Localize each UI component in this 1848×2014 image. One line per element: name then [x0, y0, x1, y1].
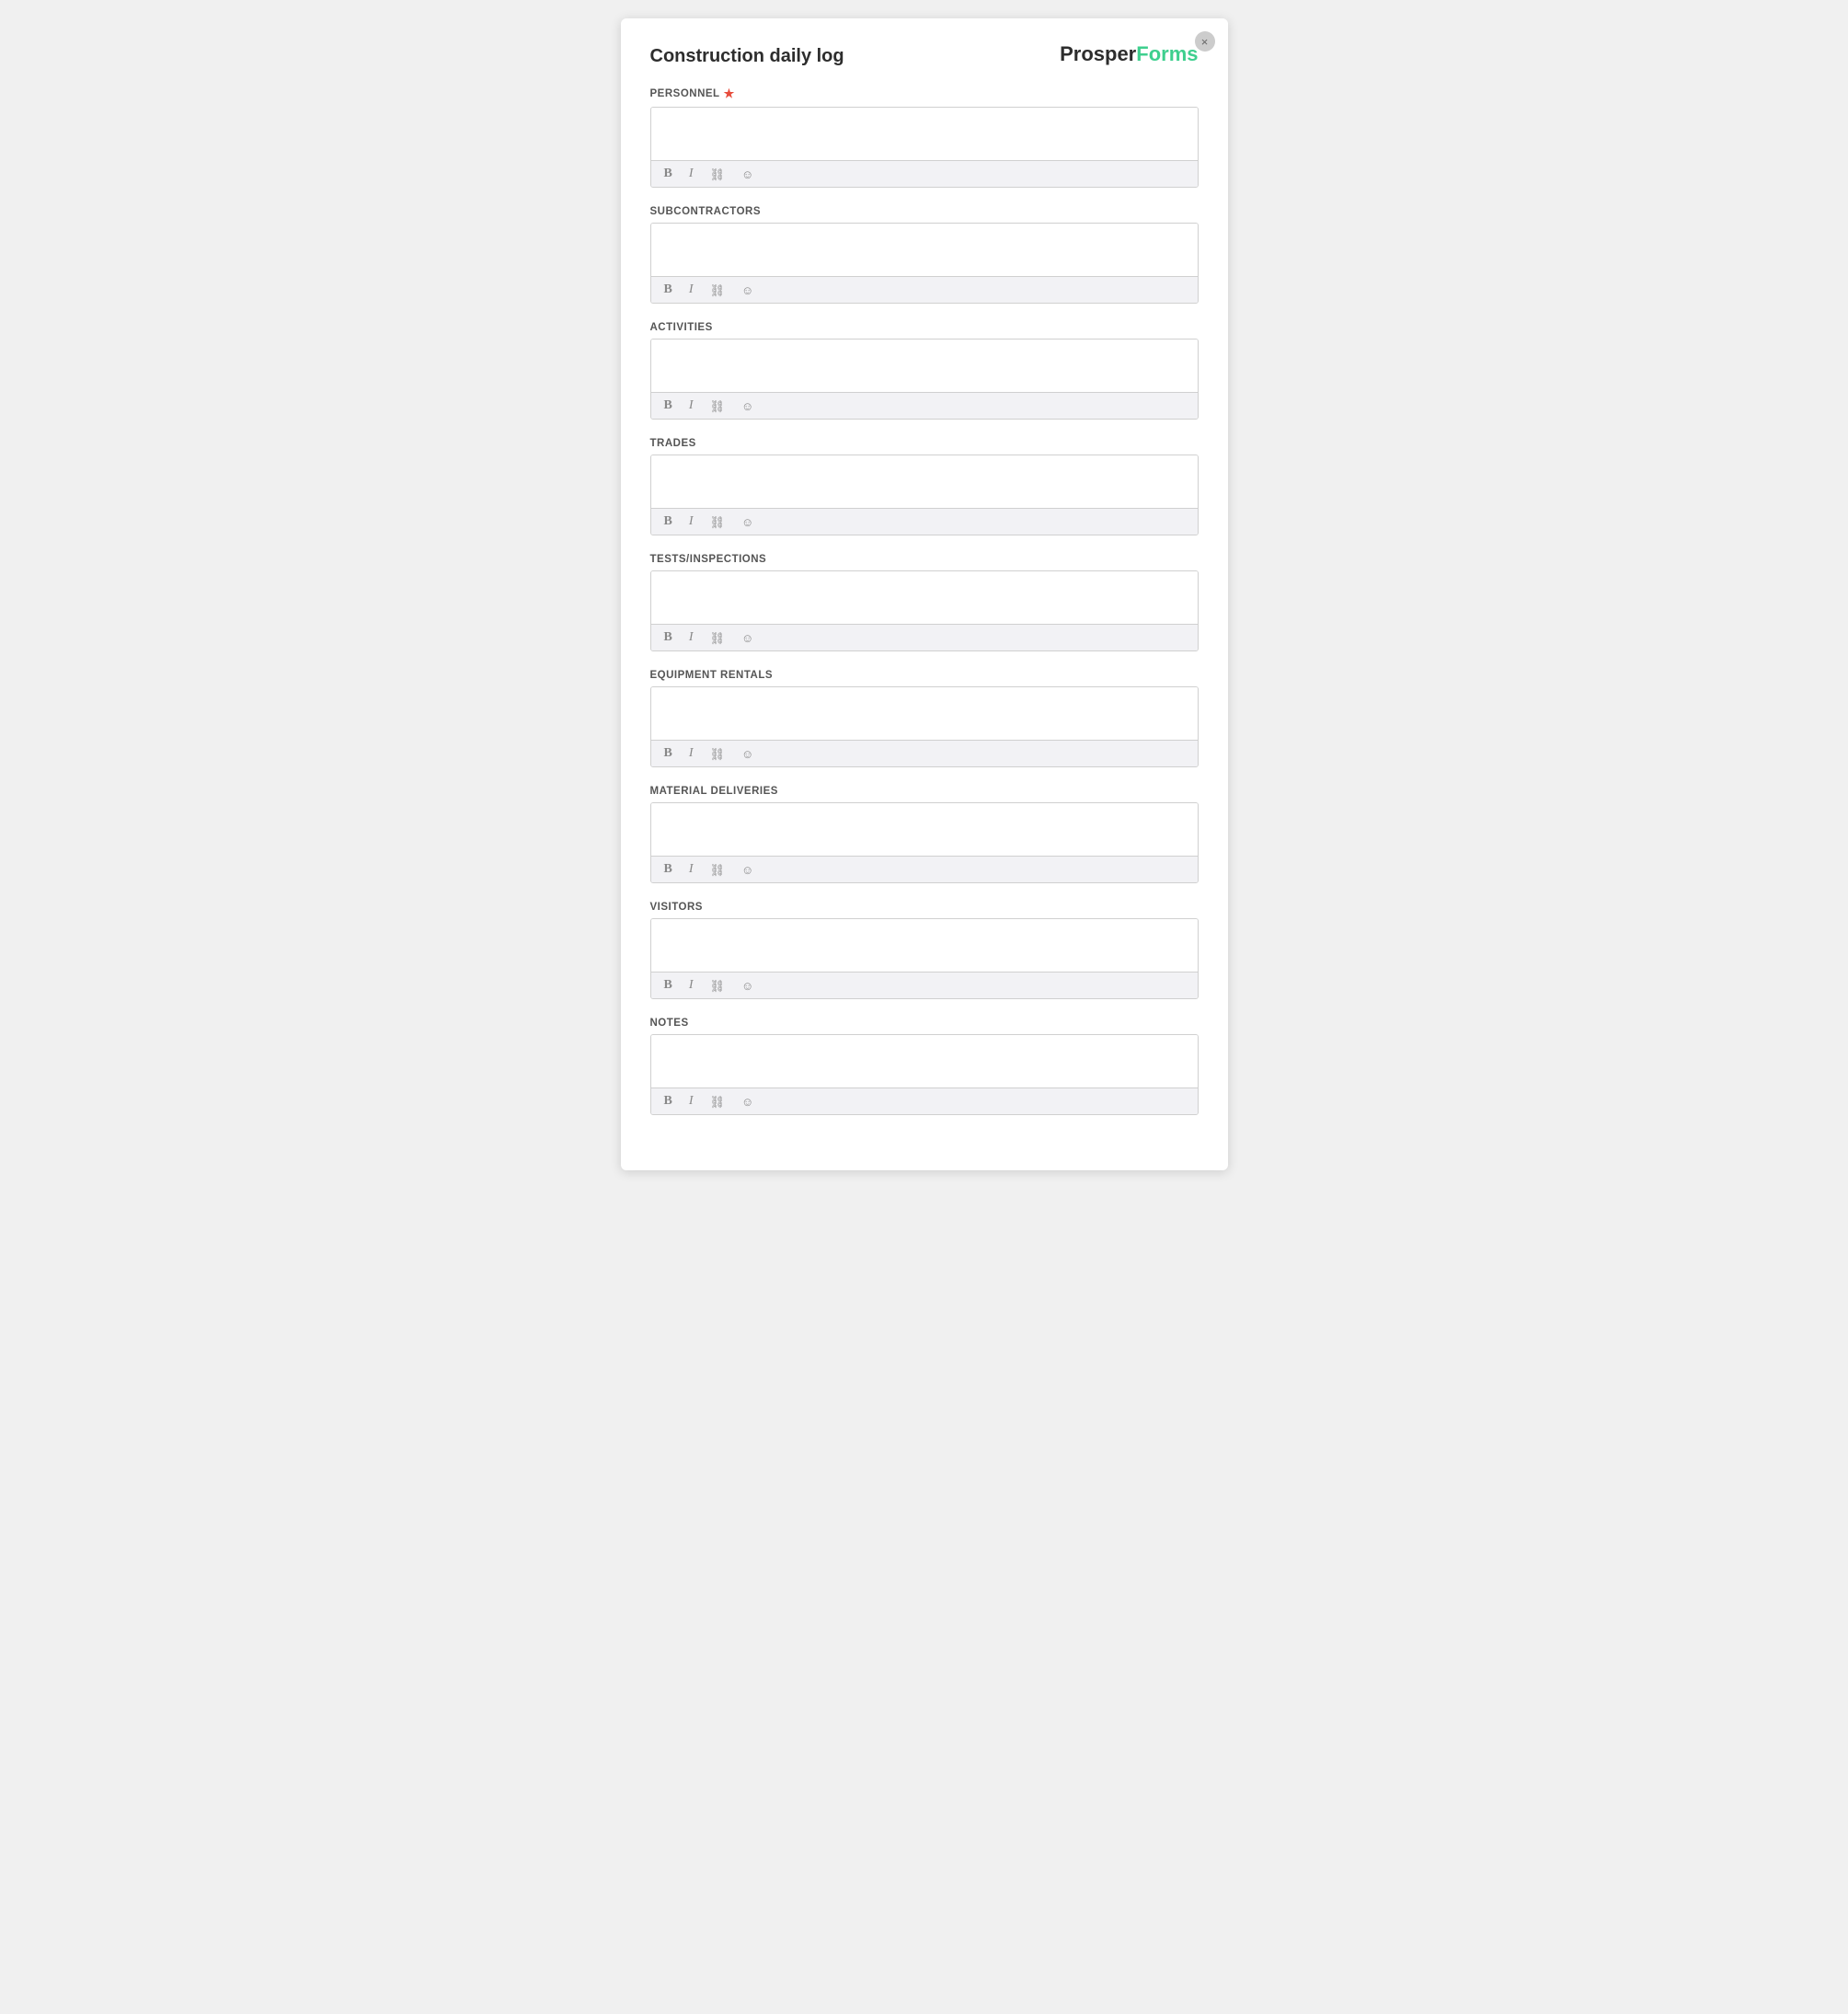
field-section-equipment-rentals: EQUIPMENT RENTALS BI ⛓ ☺: [650, 670, 1199, 767]
rich-editor-equipment-rentals: BI ⛓ ☺: [650, 686, 1199, 767]
field-label-equipment-rentals: EQUIPMENT RENTALS: [650, 670, 1199, 681]
link-button-equipment-rentals[interactable]: ⛓: [706, 746, 729, 762]
field-section-notes: NOTES BI ⛓ ☺: [650, 1018, 1199, 1115]
rich-editor-notes: BI ⛓ ☺: [650, 1034, 1199, 1115]
link-button-personnel[interactable]: ⛓: [706, 167, 729, 182]
rich-editor-activities: BI ⛓ ☺: [650, 339, 1199, 420]
textarea-material-deliveries[interactable]: [651, 803, 1198, 851]
italic-button-subcontractors[interactable]: I: [685, 282, 697, 298]
link-button-material-deliveries[interactable]: ⛓: [706, 862, 729, 878]
field-label-visitors: VISITORS: [650, 902, 1199, 913]
form-header: Construction daily log ProsperForms: [650, 44, 1199, 68]
emoji-button-subcontractors[interactable]: ☺: [738, 282, 757, 298]
toolbar-tests-inspections: BI ⛓ ☺: [651, 624, 1198, 650]
bold-button-equipment-rentals[interactable]: B: [660, 745, 676, 762]
field-label-material-deliveries: MATERIAL DELIVERIES: [650, 786, 1199, 797]
field-section-subcontractors: SUBCONTRACTORS BI ⛓ ☺: [650, 206, 1199, 304]
bold-button-notes[interactable]: B: [660, 1093, 676, 1110]
link-button-notes[interactable]: ⛓: [706, 1094, 729, 1110]
toolbar-activities: BI ⛓ ☺: [651, 392, 1198, 419]
bold-button-material-deliveries[interactable]: B: [660, 861, 676, 878]
field-section-material-deliveries: MATERIAL DELIVERIES BI ⛓ ☺: [650, 786, 1199, 883]
rich-editor-tests-inspections: BI ⛓ ☺: [650, 570, 1199, 651]
italic-button-personnel[interactable]: I: [685, 166, 697, 182]
link-button-trades[interactable]: ⛓: [706, 514, 729, 530]
rich-editor-visitors: BI ⛓ ☺: [650, 918, 1199, 999]
emoji-button-equipment-rentals[interactable]: ☺: [738, 746, 757, 762]
toolbar-subcontractors: BI ⛓ ☺: [651, 276, 1198, 303]
emoji-button-trades[interactable]: ☺: [738, 514, 757, 530]
field-label-personnel: PERSONNEL★: [650, 86, 1199, 101]
italic-button-equipment-rentals[interactable]: I: [685, 745, 697, 762]
field-section-activities: ACTIVITIES BI ⛓ ☺: [650, 322, 1199, 420]
rich-editor-subcontractors: BI ⛓ ☺: [650, 223, 1199, 304]
textarea-tests-inspections[interactable]: [651, 571, 1198, 619]
rich-editor-trades: BI ⛓ ☺: [650, 455, 1199, 535]
brand-logo: ProsperForms: [1060, 44, 1198, 64]
toolbar-visitors: BI ⛓ ☺: [651, 972, 1198, 998]
italic-button-notes[interactable]: I: [685, 1093, 697, 1110]
rich-editor-material-deliveries: BI ⛓ ☺: [650, 802, 1199, 883]
emoji-button-notes[interactable]: ☺: [738, 1094, 757, 1110]
toolbar-trades: BI ⛓ ☺: [651, 508, 1198, 535]
form-container: Construction daily log ProsperForms × PE…: [621, 18, 1228, 1170]
field-section-tests-inspections: TESTS/INSPECTIONS BI ⛓ ☺: [650, 554, 1199, 651]
textarea-notes[interactable]: [651, 1035, 1198, 1083]
field-section-trades: TRADES BI ⛓ ☺: [650, 438, 1199, 535]
bold-button-visitors[interactable]: B: [660, 977, 676, 994]
italic-button-tests-inspections[interactable]: I: [685, 629, 697, 646]
brand-forms: Forms: [1136, 44, 1198, 64]
bold-button-trades[interactable]: B: [660, 513, 676, 530]
form-title: Construction daily log: [650, 44, 844, 68]
emoji-button-personnel[interactable]: ☺: [738, 167, 757, 182]
fields-container: PERSONNEL★BI⛓☺SUBCONTRACTORSBI⛓☺ACTIVITI…: [650, 86, 1199, 1115]
toolbar-notes: BI ⛓ ☺: [651, 1088, 1198, 1114]
emoji-button-tests-inspections[interactable]: ☺: [738, 630, 757, 646]
textarea-visitors[interactable]: [651, 919, 1198, 967]
bold-button-subcontractors[interactable]: B: [660, 282, 676, 298]
textarea-subcontractors[interactable]: [651, 224, 1198, 271]
field-label-tests-inspections: TESTS/INSPECTIONS: [650, 554, 1199, 565]
toolbar-material-deliveries: BI ⛓ ☺: [651, 856, 1198, 882]
italic-button-activities[interactable]: I: [685, 397, 697, 414]
field-label-subcontractors: SUBCONTRACTORS: [650, 206, 1199, 217]
bold-button-tests-inspections[interactable]: B: [660, 629, 676, 646]
field-section-personnel: PERSONNEL★ BI ⛓ ☺: [650, 86, 1199, 188]
required-indicator: ★: [724, 86, 735, 101]
field-section-visitors: VISITORS BI ⛓ ☺: [650, 902, 1199, 999]
italic-button-trades[interactable]: I: [685, 513, 697, 530]
toolbar-personnel: BI ⛓ ☺: [651, 160, 1198, 187]
field-label-activities: ACTIVITIES: [650, 322, 1199, 333]
italic-button-visitors[interactable]: I: [685, 977, 697, 994]
italic-button-material-deliveries[interactable]: I: [685, 861, 697, 878]
brand-prosper: Prosper: [1060, 44, 1136, 64]
textarea-activities[interactable]: [651, 340, 1198, 387]
field-label-notes: NOTES: [650, 1018, 1199, 1029]
textarea-personnel[interactable]: [651, 108, 1198, 155]
rich-editor-personnel: BI ⛓ ☺: [650, 107, 1199, 188]
bold-button-personnel[interactable]: B: [660, 166, 676, 182]
toolbar-equipment-rentals: BI ⛓ ☺: [651, 740, 1198, 766]
emoji-button-visitors[interactable]: ☺: [738, 978, 757, 994]
emoji-button-activities[interactable]: ☺: [738, 398, 757, 414]
link-button-activities[interactable]: ⛓: [706, 398, 729, 414]
link-button-subcontractors[interactable]: ⛓: [706, 282, 729, 298]
link-button-tests-inspections[interactable]: ⛓: [706, 630, 729, 646]
bold-button-activities[interactable]: B: [660, 397, 676, 414]
link-button-visitors[interactable]: ⛓: [706, 978, 729, 994]
close-button[interactable]: ×: [1195, 31, 1215, 52]
field-label-trades: TRADES: [650, 438, 1199, 449]
emoji-button-material-deliveries[interactable]: ☺: [738, 862, 757, 878]
textarea-trades[interactable]: [651, 455, 1198, 503]
textarea-equipment-rentals[interactable]: [651, 687, 1198, 735]
